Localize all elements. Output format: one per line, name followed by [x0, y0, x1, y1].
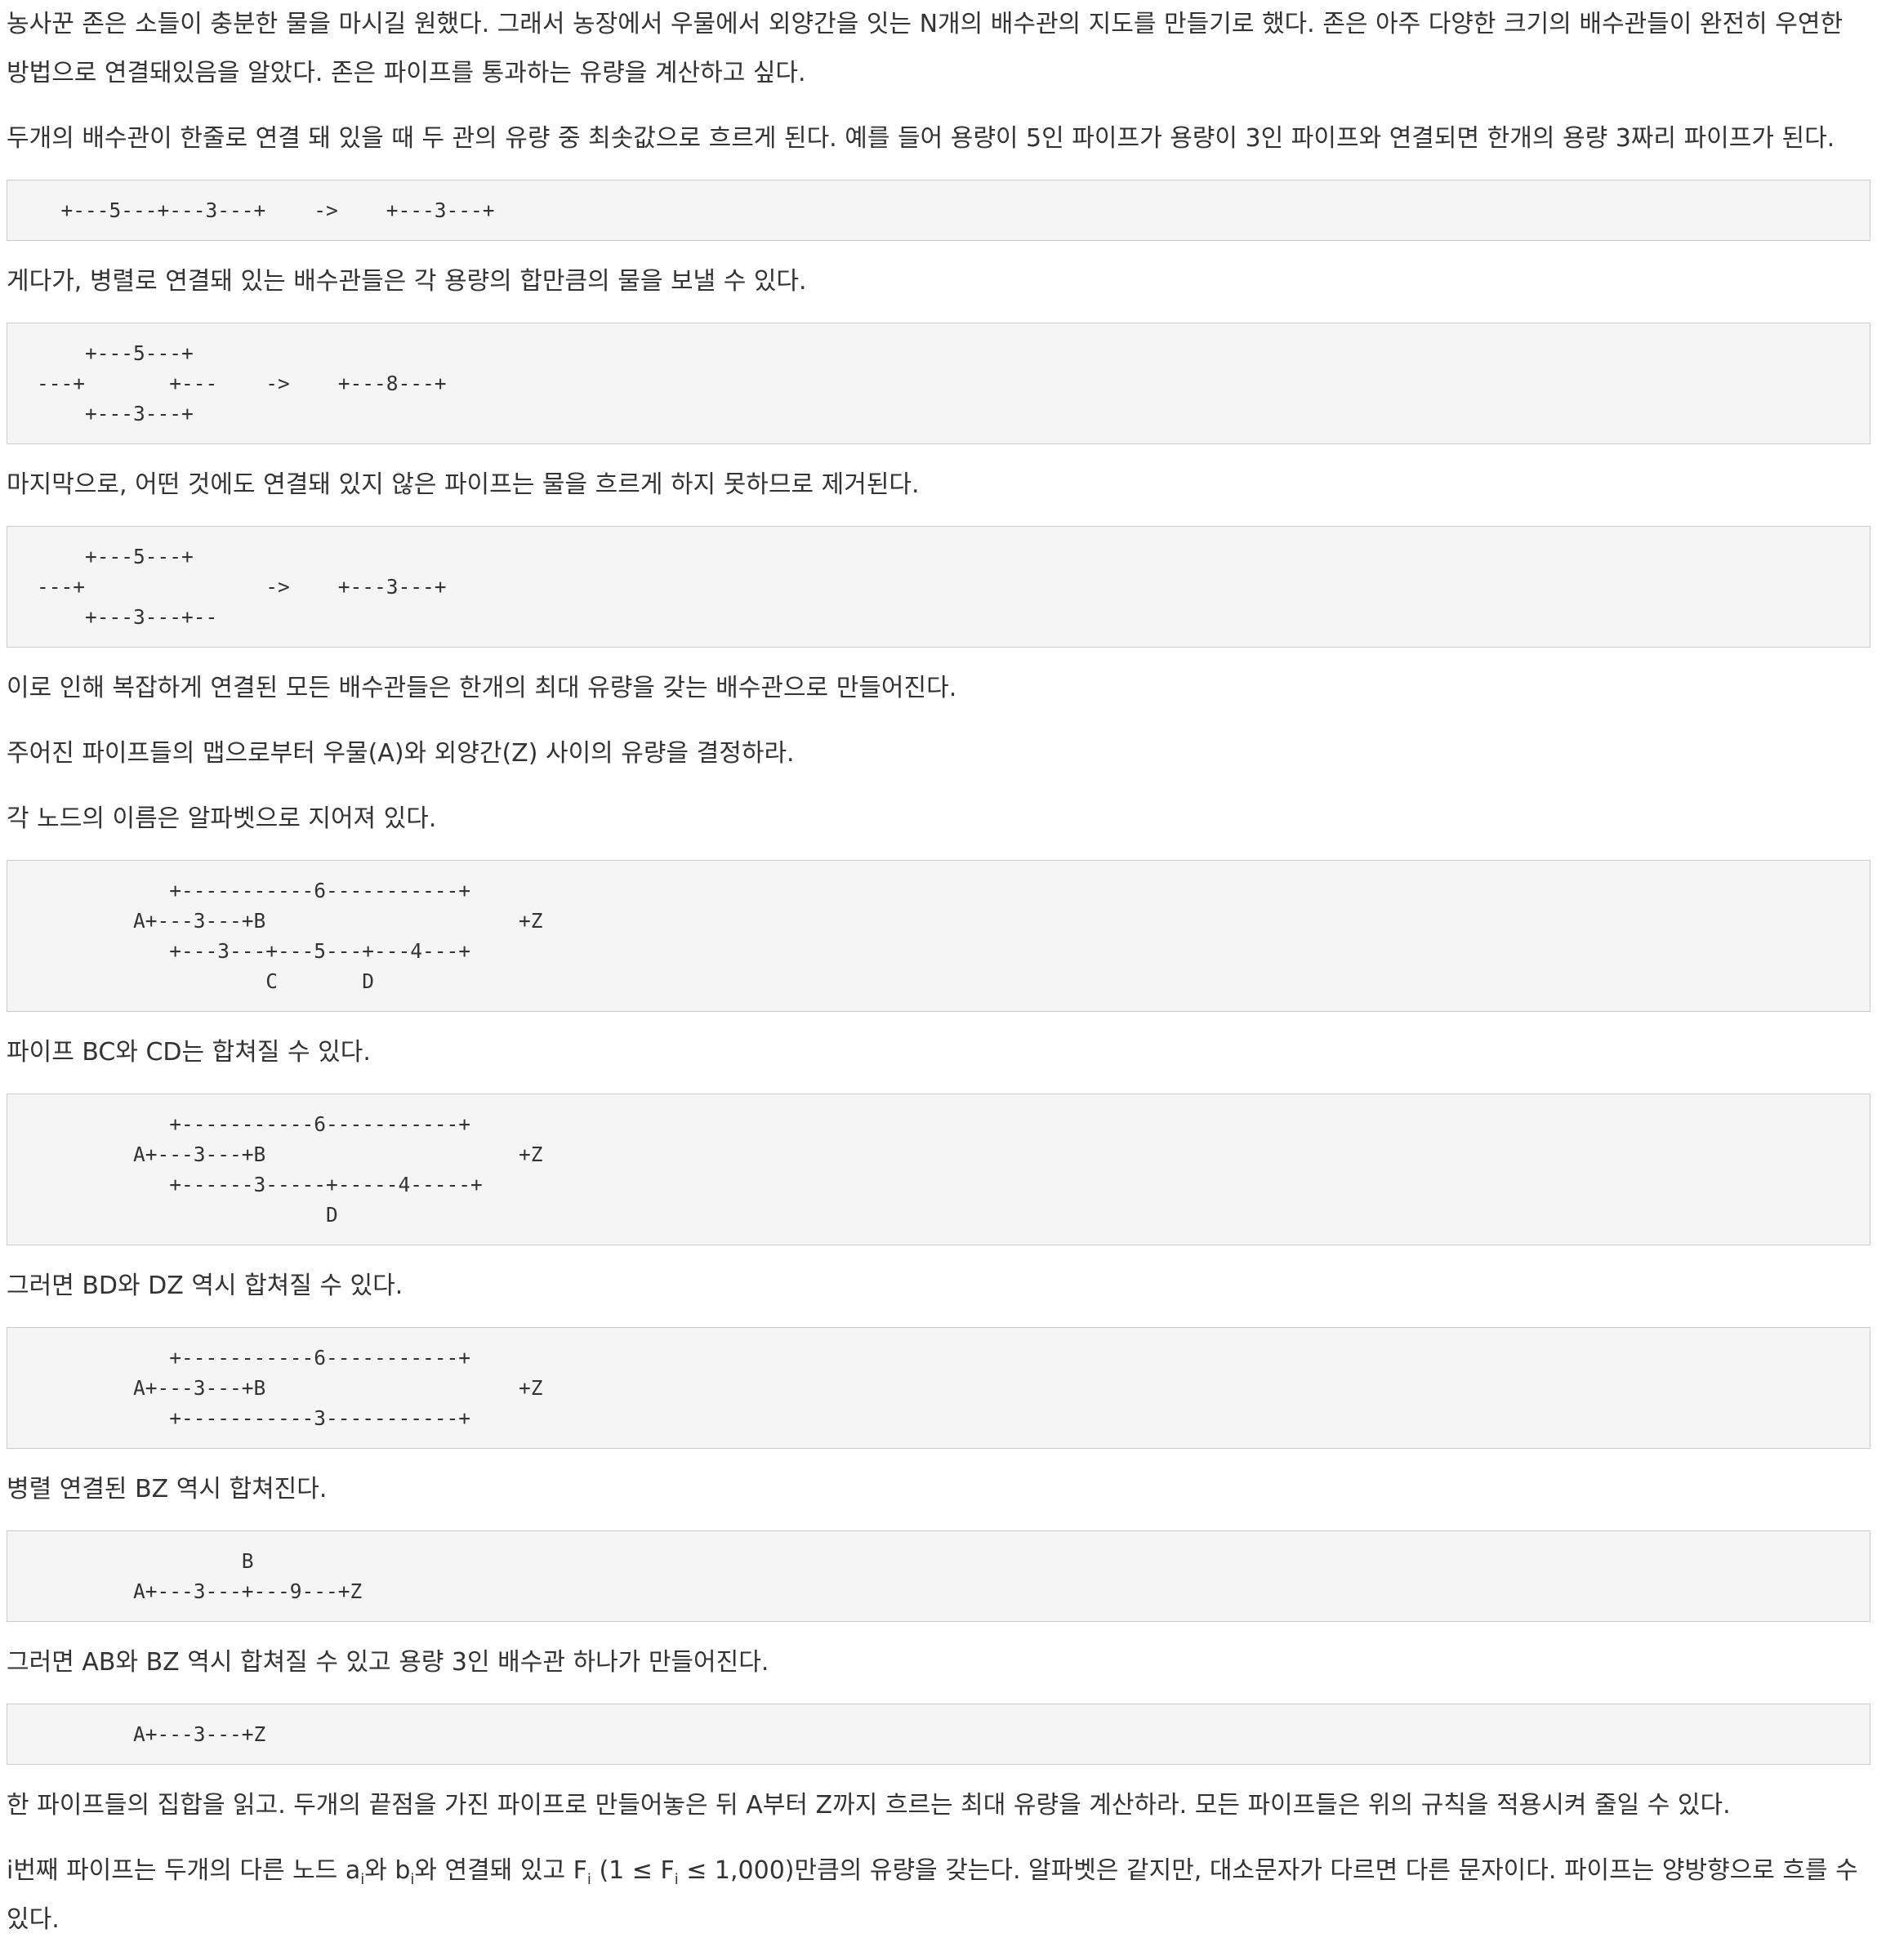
dangling-rule-paragraph: 마지막으로, 어떤 것에도 연결돼 있지 않은 파이프는 물을 흐르게 하지 못… [7, 470, 920, 499]
parallel-example-diagram: +---5---+ ---+ +--- -> +---8---+ +---3--… [7, 323, 1870, 444]
dangling-example-diagram: +---5---+ ---+ -> +---3---+ +---3---+-- [7, 526, 1870, 648]
series-example-diagram: +---5---+---3---+ -> +---3---+ [7, 180, 1870, 241]
merge-bd-dz-paragraph: 그러면 BD와 DZ 역시 합쳐질 수 있다. [7, 1272, 403, 1300]
task-paragraph: 주어진 파이프들의 맵으로부터 우물(A)와 외양간(Z) 사이의 유량을 결정… [7, 739, 795, 768]
compute-paragraph: 한 파이프들의 집합을 읽고. 두개의 끝점을 가진 파이프로 만들어놓은 뒤 … [7, 1791, 1731, 1820]
pipe-definition-text-4: (1 ≤ F [591, 1856, 675, 1885]
merge-ab-bz-paragraph: 그러면 AB와 BZ 역시 합쳐질 수 있고 용량 3인 배수관 하나가 만들어… [7, 1648, 769, 1677]
pipe-definition-text-1: i번째 파이프는 두개의 다른 노드 a [7, 1856, 361, 1885]
parallel-rule-paragraph: 게다가, 병렬로 연결돼 있는 배수관들은 각 용량의 합만큼의 물을 보낼 수… [7, 267, 807, 296]
series-rule-paragraph: 두개의 배수관이 한줄로 연결 돼 있을 때 두 관의 유량 중 최솟값으로 흐… [7, 124, 1835, 153]
merged-bz-parallel-diagram: +-----------6-----------+ A+---3---+B +Z… [7, 1327, 1870, 1449]
merged-bz-diagram: B A+---3---+---9---+Z [7, 1530, 1870, 1622]
merge-bc-cd-paragraph: 파이프 BC와 CD는 합쳐질 수 있다. [7, 1038, 371, 1067]
merge-parallel-bz-paragraph: 병렬 연결된 BZ 역시 합쳐진다. [7, 1475, 328, 1503]
node-naming-paragraph: 각 노드의 이름은 알파벳으로 지어져 있다. [7, 804, 437, 833]
pipe-definition-text-3: 와 연결돼 있고 F [414, 1856, 587, 1885]
merged-bd-diagram: +-----------6-----------+ A+---3---+B +Z… [7, 1094, 1870, 1245]
intro-paragraph: 농사꾼 존은 소들이 충분한 물을 마시길 원했다. 그래서 농장에서 우물에서… [7, 10, 1844, 87]
final-pipe-diagram: A+---3---+Z [7, 1704, 1870, 1765]
pipe-definition-paragraph: i번째 파이프는 두개의 다른 노드 ai와 bi와 연결돼 있고 Fi (1 … [7, 1846, 1870, 1944]
full-network-diagram: +-----------6-----------+ A+---3---+B +Z… [7, 860, 1870, 1012]
problem-description: 농사꾼 존은 소들이 충분한 물을 마시길 원했다. 그래서 농장에서 우물에서… [0, 0, 1877, 1944]
pipe-definition-text-2: 와 b [364, 1856, 411, 1885]
reduction-paragraph: 이로 인해 복잡하게 연결된 모든 배수관들은 한개의 최대 유량을 갖는 배수… [7, 674, 957, 702]
